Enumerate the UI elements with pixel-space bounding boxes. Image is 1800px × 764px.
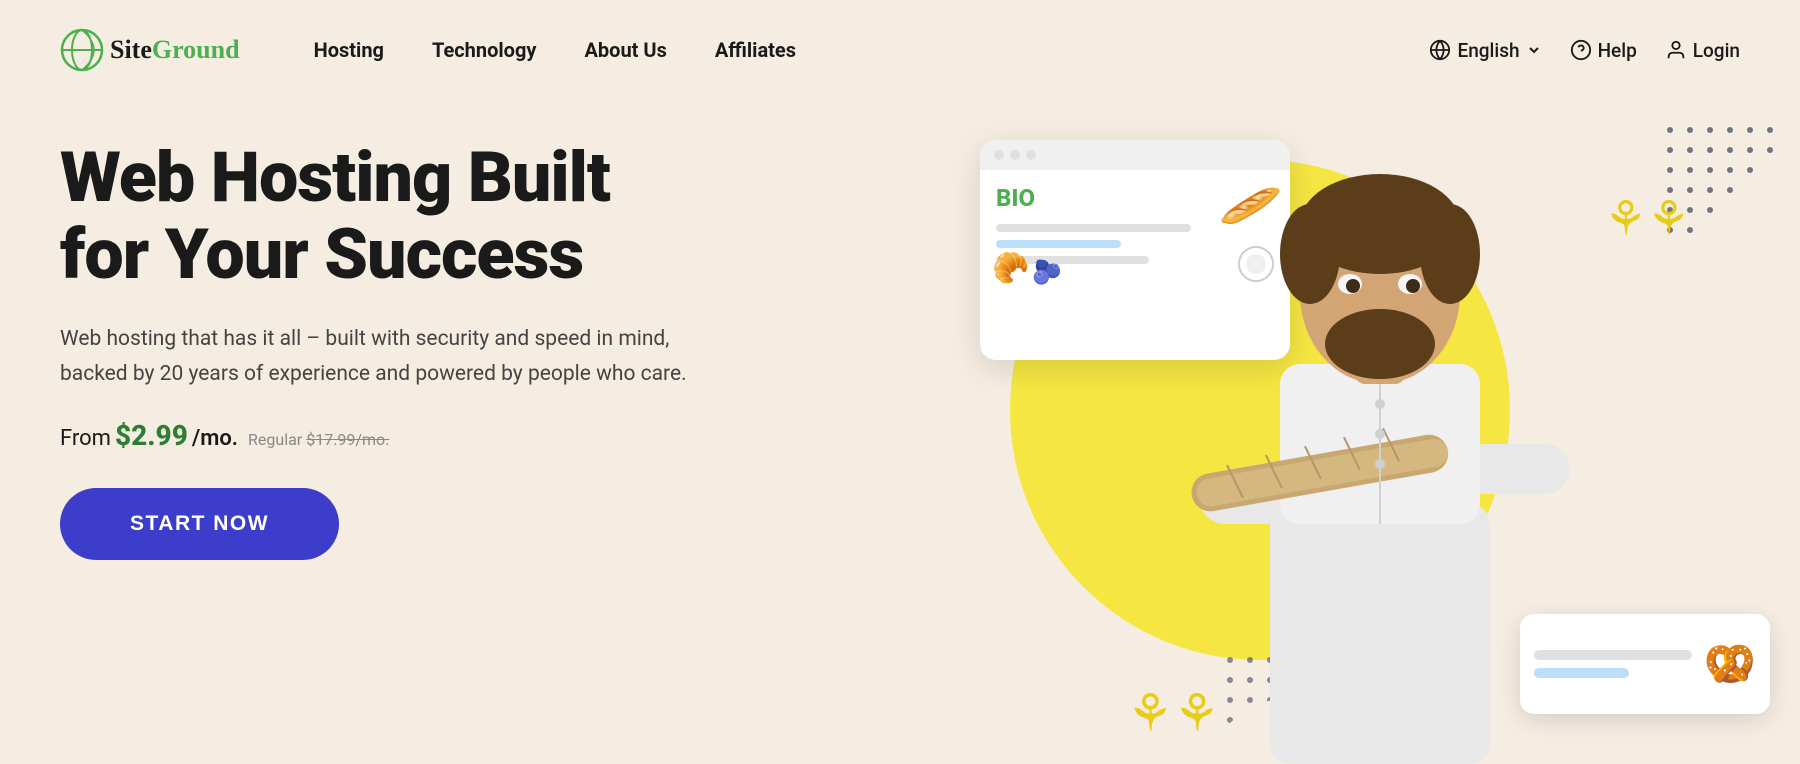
language-selector[interactable]: English	[1429, 39, 1541, 62]
hero-content: Web Hosting Built for Your Success Web h…	[60, 140, 740, 560]
price-value: $2.99	[115, 419, 188, 452]
nav-hosting[interactable]: Hosting	[290, 38, 408, 62]
mobile-card-lines	[1534, 650, 1692, 678]
price-from: From	[60, 426, 111, 451]
language-label: English	[1457, 39, 1519, 62]
start-now-button[interactable]: START NOW	[60, 488, 339, 560]
help-icon	[1570, 39, 1592, 61]
hero-visual: BIO 🥖 🥐 🫐	[740, 100, 1800, 764]
nav-about-us[interactable]: About Us	[560, 38, 690, 62]
navbar: SiteGround Hosting Technology About Us A…	[0, 0, 1800, 100]
berry-illustration: 🫐	[1032, 258, 1062, 286]
mobile-card: 🥨	[1520, 614, 1770, 714]
login-label: Login	[1693, 39, 1740, 62]
logo[interactable]: SiteGround	[60, 28, 240, 72]
hero-price: From $2.99 /mo. Regular $17.99/mo.	[60, 419, 740, 452]
nav-right: English Help Login	[1429, 39, 1740, 62]
login-button[interactable]: Login	[1665, 39, 1740, 62]
chevron-down-icon	[1526, 42, 1542, 58]
logo-text: SiteGround	[110, 35, 240, 65]
nav-links: Hosting Technology About Us Affiliates	[290, 38, 1430, 62]
price-mo: /mo.	[192, 426, 238, 451]
pretzel-illustration: 🥨	[1704, 640, 1756, 689]
nav-technology[interactable]: Technology	[408, 38, 561, 62]
nav-affiliates[interactable]: Affiliates	[691, 38, 820, 62]
logo-icon	[60, 28, 104, 72]
price-regular-value: $17.99/mo.	[306, 430, 389, 449]
hero-section: Web Hosting Built for Your Success Web h…	[0, 100, 1800, 764]
price-regular-label: Regular	[248, 430, 302, 449]
help-link[interactable]: Help	[1570, 39, 1637, 62]
help-label: Help	[1598, 39, 1637, 62]
hero-subtitle: Web hosting that has it all – built with…	[60, 322, 700, 391]
user-icon	[1665, 39, 1687, 61]
language-icon	[1429, 39, 1451, 61]
croissant-illustration: 🥐	[992, 251, 1029, 286]
hero-title: Web Hosting Built for Your Success	[60, 140, 740, 294]
